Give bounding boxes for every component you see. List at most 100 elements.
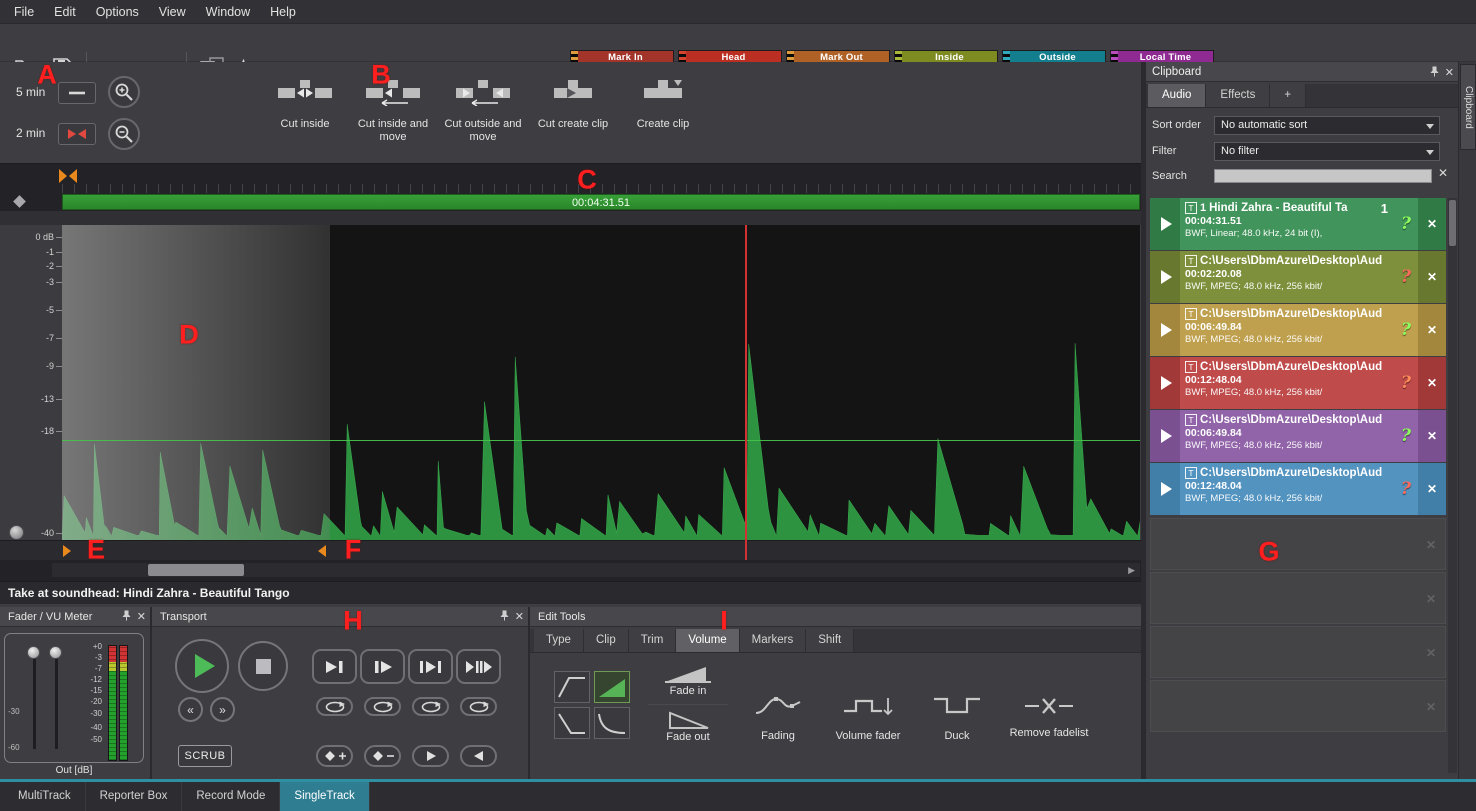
scrollbar-thumb[interactable] xyxy=(1449,200,1456,246)
close-icon[interactable]: ✕ xyxy=(137,610,146,624)
fader-knob-left[interactable] xyxy=(27,646,40,659)
play-to-out-button[interactable] xyxy=(312,649,357,684)
remove-button[interactable]: ✕ xyxy=(1418,463,1446,515)
play-between-marks-button[interactable] xyxy=(408,649,453,684)
scrub-button[interactable]: SCRUB xyxy=(178,745,232,767)
fade-in-button[interactable]: Fade in xyxy=(648,659,728,705)
loop-button[interactable] xyxy=(316,697,353,716)
menu-item-file[interactable]: File xyxy=(4,2,44,22)
clipboard-scrollbar[interactable] xyxy=(1448,198,1457,773)
view-tab-record-mode[interactable]: Record Mode xyxy=(182,782,280,811)
take-progress-bar[interactable]: 00:04:31.51 xyxy=(62,194,1140,210)
menu-item-help[interactable]: Help xyxy=(260,2,306,22)
play-button[interactable] xyxy=(1150,198,1180,250)
help-button[interactable]: ? xyxy=(1394,410,1418,462)
play-button[interactable] xyxy=(1150,463,1180,515)
pin-icon[interactable] xyxy=(122,610,131,624)
add-marker-button[interactable] xyxy=(316,745,353,767)
marker-diamond-icon[interactable] xyxy=(13,195,26,208)
back-small-button[interactable] xyxy=(460,745,497,767)
remove-button[interactable]: ✕ xyxy=(1418,251,1446,303)
play-button[interactable] xyxy=(1150,251,1180,303)
cut-inside-and-move-button[interactable]: Cut inside and move xyxy=(350,70,436,158)
tab-type[interactable]: Type xyxy=(534,629,584,652)
selection-region[interactable] xyxy=(62,225,330,540)
zoom-full-button[interactable] xyxy=(58,82,96,104)
fade-out-steep-icon[interactable] xyxy=(554,707,590,739)
zoom-to-marks-button[interactable] xyxy=(58,123,96,145)
loop-button[interactable] xyxy=(460,697,497,716)
level-knob[interactable] xyxy=(9,525,24,540)
play-button[interactable] xyxy=(1150,304,1180,356)
close-icon[interactable]: ✕ xyxy=(515,610,524,624)
view-tab-reporter-box[interactable]: Reporter Box xyxy=(86,782,183,811)
play-from-in-button[interactable] xyxy=(360,649,405,684)
loop-button[interactable] xyxy=(412,697,449,716)
clipboard-item[interactable]: T1Hindi Zahra - Beautiful Ta100:04:31.51… xyxy=(1150,198,1446,250)
view-tab-singletrack[interactable]: SingleTrack xyxy=(280,782,369,811)
fade-out-button[interactable]: Fade out xyxy=(648,705,728,750)
next-take-button[interactable]: » xyxy=(210,697,235,722)
waveform-display[interactable] xyxy=(62,225,1140,540)
mark-in-flag-icon[interactable] xyxy=(63,545,71,557)
mark-range-icon[interactable] xyxy=(58,169,78,183)
duck-button[interactable]: Duck xyxy=(918,665,996,771)
marker-strip[interactable] xyxy=(0,540,1141,560)
fader-track-right[interactable] xyxy=(55,653,58,749)
cut-inside-button[interactable]: Cut inside xyxy=(262,70,348,158)
menu-item-options[interactable]: Options xyxy=(86,2,149,22)
mark-out-flag-icon[interactable] xyxy=(318,545,326,557)
help-button[interactable]: ? xyxy=(1394,357,1418,409)
playhead-cursor[interactable] xyxy=(745,225,747,540)
zoom-in-button[interactable] xyxy=(108,76,140,108)
remove-marker-button[interactable] xyxy=(364,745,401,767)
play-button[interactable] xyxy=(175,639,229,693)
remove-button[interactable]: ✕ xyxy=(1418,357,1446,409)
volume-fader-button[interactable]: Volume fader xyxy=(822,665,914,771)
zoom-preset-2min[interactable]: 2 min xyxy=(16,126,45,140)
fader-knob-right[interactable] xyxy=(49,646,62,659)
menu-item-edit[interactable]: Edit xyxy=(44,2,86,22)
play-button[interactable] xyxy=(1150,410,1180,462)
clipboard-item[interactable]: TC:\Users\DbmAzure\Desktop\Aud00:02:20.0… xyxy=(1150,251,1446,303)
remove-button[interactable]: ✕ xyxy=(1418,410,1446,462)
fade-out-curve-icon[interactable] xyxy=(594,707,630,739)
horizontal-scrollbar[interactable]: ◀ ▶ xyxy=(0,560,1141,581)
tab-clip[interactable]: Clip xyxy=(584,629,629,652)
help-button[interactable]: ? xyxy=(1394,198,1418,250)
help-button[interactable]: ? xyxy=(1394,304,1418,356)
menu-item-window[interactable]: Window xyxy=(196,2,260,22)
scrollbar-track[interactable] xyxy=(52,563,1140,577)
help-button[interactable]: ? xyxy=(1394,251,1418,303)
remove-button[interactable]: ✕ xyxy=(1418,198,1446,250)
play-small-button[interactable] xyxy=(412,745,449,767)
fader-track-left[interactable] xyxy=(33,653,36,749)
clipboard-item[interactable]: TC:\Users\DbmAzure\Desktop\Aud00:06:49.8… xyxy=(1150,304,1446,356)
fade-in-steep-icon[interactable] xyxy=(554,671,590,703)
zoom-out-button[interactable] xyxy=(108,118,140,150)
clipboard-item[interactable]: TC:\Users\DbmAzure\Desktop\Aud00:12:48.0… xyxy=(1150,357,1446,409)
scrollbar-thumb[interactable] xyxy=(148,564,244,576)
scroll-right-icon[interactable]: ▶ xyxy=(1128,565,1135,576)
remove-fadelist-button[interactable]: Remove fadelist xyxy=(1006,665,1092,771)
remove-button[interactable]: ✕ xyxy=(1418,304,1446,356)
play-button[interactable] xyxy=(1150,357,1180,409)
zoom-preset-5min[interactable]: 5 min xyxy=(16,85,45,99)
loop-button[interactable] xyxy=(364,697,401,716)
clipboard-item[interactable]: TC:\Users\DbmAzure\Desktop\Aud00:12:48.0… xyxy=(1150,463,1446,515)
menu-item-view[interactable]: View xyxy=(149,2,196,22)
clipboard-side-tab[interactable]: Clipboard xyxy=(1460,64,1476,150)
timeline-ruler[interactable] xyxy=(0,163,1141,193)
previous-take-button[interactable]: « xyxy=(178,697,203,722)
tab-trim[interactable]: Trim xyxy=(629,629,677,652)
view-tab-multitrack[interactable]: MultiTrack xyxy=(4,782,86,811)
cut-outside-and-move-button[interactable]: Cut outside and move xyxy=(440,70,526,158)
fading-button[interactable]: Fading xyxy=(742,665,814,771)
fade-in-filled-icon[interactable] xyxy=(594,671,630,703)
help-button[interactable]: ? xyxy=(1394,463,1418,515)
play-around-head-button[interactable] xyxy=(456,649,501,684)
pin-icon[interactable] xyxy=(500,610,509,624)
cut-create-clip-button[interactable]: Cut create clip xyxy=(530,70,616,158)
tab-shift[interactable]: Shift xyxy=(806,629,854,652)
create-clip-button[interactable]: Create clip xyxy=(620,70,706,158)
